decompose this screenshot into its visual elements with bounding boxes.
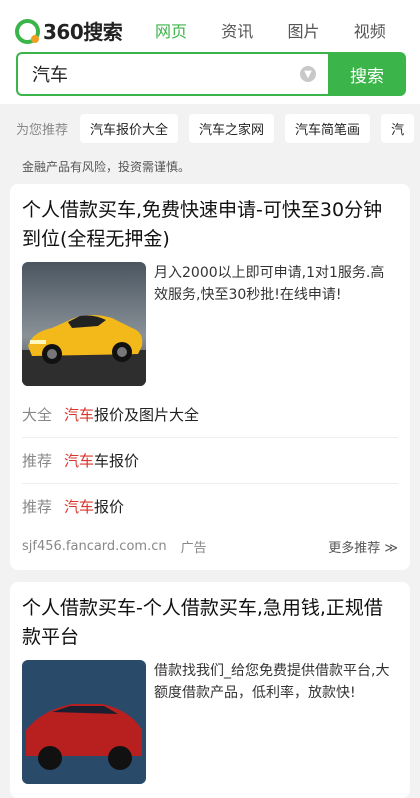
card-footer: sjf456.fancard.com.cn 广告 更多推荐 ≫ — [22, 537, 398, 556]
card-title[interactable]: 个人借款买车-个人借款买车,急用钱,正规借款平台 — [22, 594, 398, 652]
sitelink-keyword: 汽车 — [64, 452, 95, 470]
recommend-bar: 为您推荐 汽车报价大全 汽车之家网 汽车简笔画 汽 — [0, 104, 420, 152]
recommend-chip[interactable]: 汽车报价大全 — [80, 113, 179, 143]
logo-q-icon — [14, 18, 40, 44]
clear-icon[interactable]: ▼ — [300, 66, 316, 82]
header: 360搜索 网页 资讯 图片 视频 ▼ 搜索 — [0, 0, 420, 104]
sitelink[interactable]: 大全 汽车 报价及图片大全 — [22, 392, 398, 438]
sitelink-text: 车报价 — [94, 452, 140, 470]
recommend-chip[interactable]: 汽车简笔画 — [285, 113, 371, 143]
card-body: 月入2000以上即可申请,1对1服务.高效服务,快至30秒批!在线申请! — [22, 262, 398, 386]
card-title[interactable]: 个人借款买车,免费快速申请-可快至30分钟到位(全程无押金) — [22, 196, 398, 254]
double-chevron-right-icon: ≫ — [384, 541, 398, 556]
ad-card: 个人借款买车,免费快速申请-可快至30分钟到位(全程无押金) 月入2000以上即… — [10, 184, 410, 570]
sitelink-text: 报价及图片大全 — [94, 406, 200, 424]
tab-web[interactable]: 网页 — [155, 18, 221, 42]
more-recommend-label: 更多推荐 — [328, 541, 381, 556]
tab-news[interactable]: 资讯 — [221, 18, 287, 42]
ad-label: 广告 — [180, 541, 207, 556]
card-description: 借款找我们_给您免费提供借款平台,大额度借款产品，低利率，放款快! — [154, 663, 390, 701]
logo-text: 360搜索 — [43, 20, 123, 44]
recommend-label: 为您推荐 — [16, 122, 69, 138]
sitelink-keyword: 汽车 — [64, 406, 95, 424]
sitelink-keyword: 汽车 — [64, 498, 95, 516]
sitelinks: 大全 汽车 报价及图片大全 推荐 汽车 车报价 推荐 汽车 报价 — [22, 392, 398, 529]
search-button[interactable]: 搜索 — [328, 52, 406, 96]
sitelink-tag: 推荐 — [22, 452, 53, 470]
search-box: ▼ — [16, 52, 328, 96]
tab-videos[interactable]: 视频 — [354, 18, 420, 42]
car-thumbnail[interactable] — [22, 660, 146, 784]
sitelink-tag: 大全 — [22, 406, 53, 424]
logo[interactable]: 360搜索 — [14, 16, 123, 45]
search-bar: ▼ 搜索 — [16, 52, 406, 96]
tab-images[interactable]: 图片 — [288, 18, 354, 42]
recommend-chip[interactable]: 汽 — [381, 113, 415, 143]
risk-notice: 金融产品有风险，投资需谨慎。 — [22, 160, 191, 174]
car-thumbnail[interactable] — [22, 262, 146, 386]
recommend-chip[interactable]: 汽车之家网 — [189, 113, 275, 143]
sitelink-text: 报价 — [94, 498, 125, 516]
search-input[interactable] — [30, 62, 300, 86]
nav-tabs: 网页 资讯 图片 视频 — [155, 18, 420, 42]
ad-card: 个人借款买车-个人借款买车,急用钱,正规借款平台 借款找我们_给您免费提供借款平… — [10, 582, 410, 798]
source-url[interactable]: sjf456.fancard.com.cn — [22, 539, 167, 554]
sitelink[interactable]: 推荐 汽车 车报价 — [22, 438, 398, 484]
card-description: 月入2000以上即可申请,1对1服务.高效服务,快至30秒批!在线申请! — [154, 265, 385, 303]
sitelink-tag: 推荐 — [22, 498, 53, 516]
sitelink[interactable]: 推荐 汽车 报价 — [22, 484, 398, 529]
more-recommend-button[interactable]: 更多推荐 ≫ — [328, 537, 398, 556]
card-body: 借款找我们_给您免费提供借款平台,大额度借款产品，低利率，放款快! — [22, 660, 398, 784]
